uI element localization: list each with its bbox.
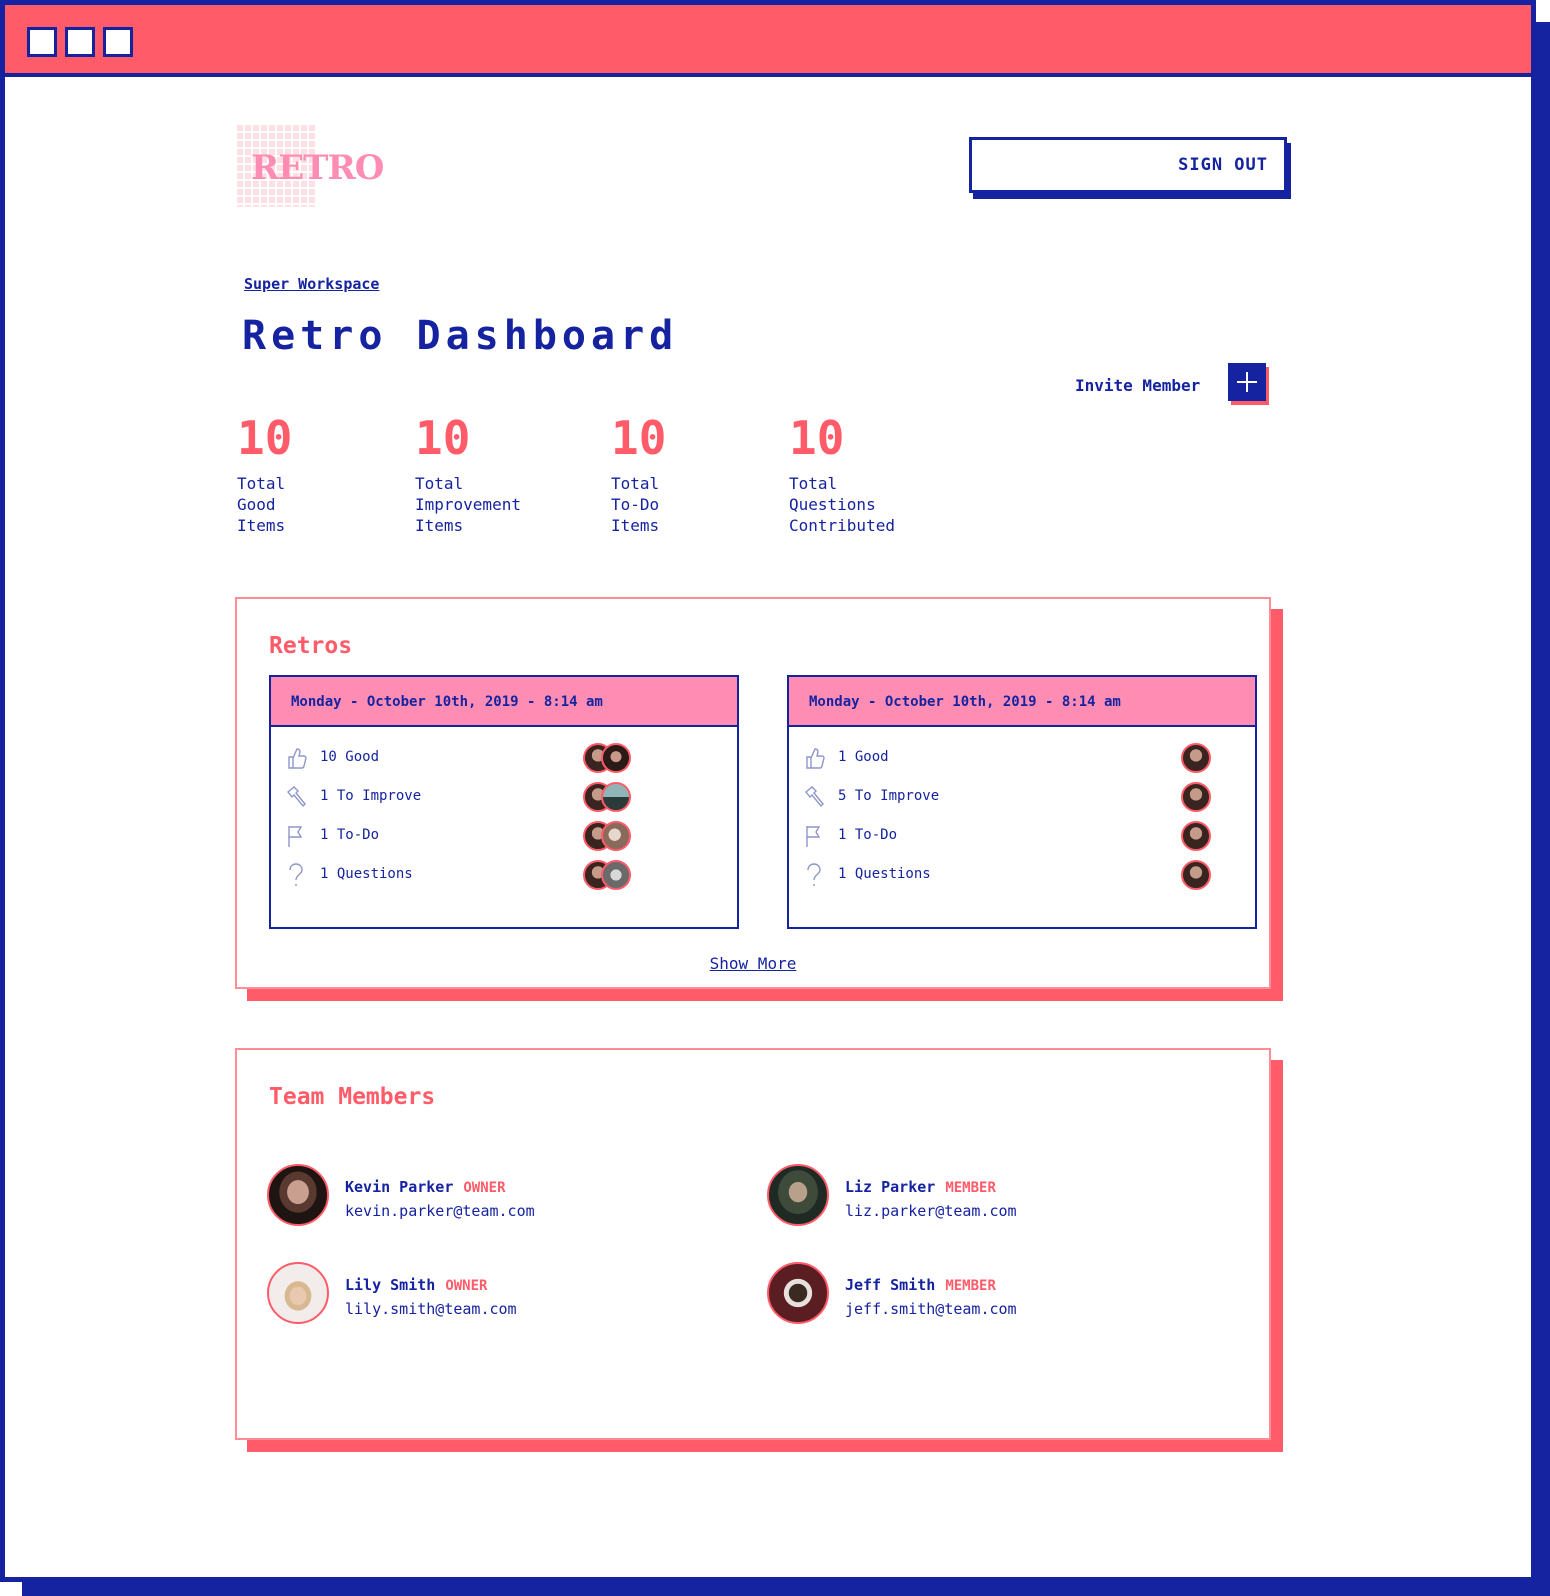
- avatar: [601, 782, 631, 812]
- team-members-card: Team Members Kevin Parker OWNER kevin.par…: [235, 1048, 1271, 1440]
- breadcrumb-workspace-link[interactable]: Super Workspace: [244, 275, 379, 293]
- member-name: Kevin Parker: [345, 1178, 454, 1196]
- stat-improvement: 10 Total Improvement Items: [415, 415, 545, 536]
- retros-title: Retros: [269, 633, 353, 659]
- window-button-close[interactable]: [27, 27, 57, 57]
- retros-card: Retros Monday - October 10th, 2019 - 8:1…: [235, 597, 1271, 989]
- window-button-maximize[interactable]: [103, 27, 133, 57]
- stat-value: 10: [237, 411, 293, 465]
- show-more-link[interactable]: Show More: [237, 954, 1269, 973]
- hammer-icon: [287, 786, 306, 808]
- flag-icon: [288, 826, 303, 847]
- member-role: OWNER: [463, 1180, 506, 1196]
- stat-value: 10: [611, 411, 667, 465]
- member-role: MEMBER: [945, 1180, 996, 1196]
- stat-todo: 10 Total To-Do Items: [611, 415, 671, 536]
- app-window: RETRO SIGN OUT Super Workspace Retro Das…: [0, 0, 1536, 1582]
- member-role: MEMBER: [945, 1278, 996, 1294]
- retro-row-text: 5 To Improve: [838, 788, 940, 804]
- thumbs-up-icon: [806, 748, 825, 769]
- flag-icon: [806, 826, 821, 847]
- retro-row-text: 1 To-Do: [320, 827, 380, 843]
- invite-member-label[interactable]: Invite Member: [1075, 376, 1200, 395]
- member-email: jeff.smith@team.com: [845, 1300, 1017, 1318]
- stat-label: Total Improvement Items: [415, 474, 521, 535]
- avatar: [1181, 782, 1211, 812]
- retro-row-text: 10 Good: [320, 749, 380, 765]
- stat-good: 10 Total Good Items: [237, 415, 297, 536]
- retro-row-improve: 1 To Improve: [285, 782, 725, 812]
- member-email: lily.smith@team.com: [345, 1300, 517, 1318]
- avatar: [1181, 821, 1211, 851]
- invite-member-plus-button[interactable]: [1228, 363, 1266, 401]
- retro-row-text: 1 Questions: [838, 866, 931, 882]
- question-icon: [807, 863, 821, 886]
- avatar: [601, 743, 631, 773]
- question-icon: [289, 863, 303, 886]
- retro-row-improve: 5 To Improve: [803, 782, 1243, 812]
- title-bar: [5, 5, 1531, 77]
- member-name: Liz Parker: [845, 1178, 936, 1196]
- retro-date: Monday - October 10th, 2019 - 8:14 am: [271, 677, 737, 727]
- member-name-line: Jeff Smith MEMBER: [845, 1276, 996, 1294]
- retro-row-good: 10 Good: [285, 743, 725, 773]
- avatar: [1181, 743, 1211, 773]
- member-email: kevin.parker@team.com: [345, 1202, 535, 1220]
- stat-label: Total Good Items: [237, 474, 286, 535]
- hammer-icon: [805, 786, 824, 808]
- member-name-line: Kevin Parker OWNER: [345, 1178, 506, 1196]
- stat-value: 10: [415, 411, 471, 465]
- member-name-line: Lily Smith OWNER: [345, 1276, 487, 1294]
- stat-label: Total To-Do Items: [611, 474, 660, 535]
- avatar: [267, 1262, 329, 1324]
- retro-row-good: 1 Good: [803, 743, 1243, 773]
- avatar: [767, 1262, 829, 1324]
- window-button-minimize[interactable]: [65, 27, 95, 57]
- member-role: OWNER: [445, 1278, 488, 1294]
- avatar: [767, 1164, 829, 1226]
- retro-row-questions: 1 Questions: [285, 860, 725, 890]
- member-email: liz.parker@team.com: [845, 1202, 1017, 1220]
- retro-row-text: 1 Good: [838, 749, 889, 765]
- thumbs-up-icon: [288, 748, 307, 769]
- sign-out-button[interactable]: SIGN OUT: [969, 137, 1287, 193]
- retro-row-text: 1 To-Do: [838, 827, 898, 843]
- retro-item[interactable]: Monday - October 10th, 2019 - 8:14 am 10…: [269, 675, 739, 929]
- retro-item[interactable]: Monday - October 10th, 2019 - 8:14 am 1 …: [787, 675, 1257, 929]
- stat-label: Total Questions Contributed: [789, 474, 895, 535]
- avatar: [601, 821, 631, 851]
- stat-value: 10: [789, 411, 845, 465]
- avatar: [601, 860, 631, 890]
- retro-date: Monday - October 10th, 2019 - 8:14 am: [789, 677, 1255, 727]
- retro-row-todo: 1 To-Do: [285, 821, 725, 851]
- stat-questions: 10 Total Questions Contributed: [789, 415, 909, 536]
- retro-row-todo: 1 To-Do: [803, 821, 1243, 851]
- member-name: Lily Smith: [345, 1276, 436, 1294]
- logo-text: RETRO: [251, 148, 384, 188]
- page-title: Retro Dashboard: [242, 313, 679, 359]
- member-name-line: Liz Parker MEMBER: [845, 1178, 996, 1196]
- retro-row-text: 1 To Improve: [320, 788, 422, 804]
- retro-row-questions: 1 Questions: [803, 860, 1243, 890]
- avatar: [1181, 860, 1211, 890]
- member-name: Jeff Smith: [845, 1276, 936, 1294]
- retro-row-text: 1 Questions: [320, 866, 413, 882]
- team-members-title: Team Members: [269, 1084, 436, 1110]
- avatar: [267, 1164, 329, 1226]
